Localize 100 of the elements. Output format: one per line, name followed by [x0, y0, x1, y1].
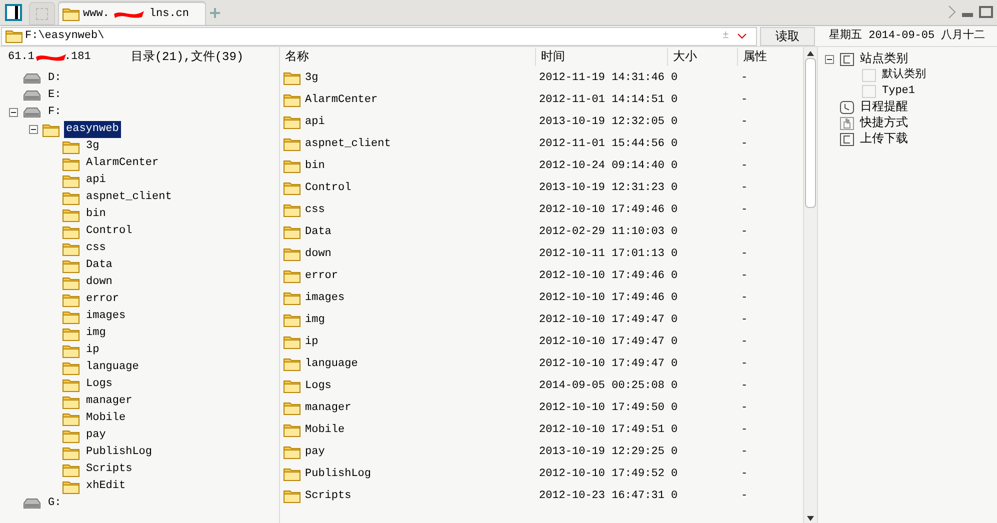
tree-item[interactable]: manager — [84, 393, 134, 410]
folder-icon — [62, 7, 80, 21]
folder-icon — [283, 93, 301, 107]
tab-title-start: www. — [83, 6, 110, 22]
table-cell-text: 0 — [671, 312, 678, 328]
table-cell[interactable]: api — [305, 114, 325, 130]
folder-icon — [62, 360, 80, 374]
tree-item[interactable]: Scripts — [84, 461, 134, 478]
tree-item[interactable]: Mobile — [84, 410, 128, 427]
folder-icon — [62, 462, 80, 476]
tree-item[interactable]: bin — [84, 206, 108, 223]
table-cell-text: - — [741, 488, 748, 504]
tree-item[interactable]: xhEdit — [84, 478, 128, 495]
tree-item[interactable]: css — [84, 240, 108, 257]
tree-item[interactable]: E: — [46, 87, 64, 104]
table-cell-text: - — [741, 444, 748, 460]
tree-item[interactable]: img — [84, 325, 108, 342]
tree-item[interactable]: down — [84, 274, 114, 291]
maximize-icon[interactable] — [979, 6, 993, 18]
read-button[interactable]: 读取 — [760, 26, 815, 46]
tree-item[interactable]: PublishLog — [84, 444, 154, 461]
table-cell[interactable]: css — [305, 202, 325, 218]
table-cell[interactable]: PublishLog — [305, 466, 372, 482]
table-cell[interactable]: error — [305, 268, 338, 284]
folder-icon — [62, 412, 80, 426]
collapse-icon[interactable] — [28, 125, 38, 134]
tree-item[interactable]: error — [84, 291, 122, 308]
column-header[interactable]: 大小 — [668, 48, 738, 66]
table-cell-text: 2012-10-10 17:49:46 — [539, 290, 664, 306]
table-cell[interactable]: manager — [305, 400, 352, 416]
tree-item[interactable]: Logs — [84, 376, 114, 393]
address-field[interactable]: F:\easynweb\ ± — [1, 26, 757, 46]
folder-icon — [283, 115, 301, 129]
table-cell-text: 2012-10-24 09:14:40 — [539, 158, 664, 174]
table-cell[interactable]: ip — [305, 334, 318, 350]
tab[interactable]: www. lns.cn — [58, 1, 206, 25]
tree-item[interactable]: 3g — [84, 138, 102, 155]
tree-item[interactable]: G: — [46, 495, 64, 512]
folder-icon — [283, 269, 301, 283]
side-tree-item[interactable]: 快捷方式 — [860, 114, 908, 132]
tree-item[interactable]: aspnet_client — [84, 189, 174, 206]
folder-icon — [62, 428, 80, 442]
table-cell[interactable]: Mobile — [305, 422, 345, 438]
side-tree-item[interactable]: 日程提醒 — [860, 98, 908, 116]
side-tree-item[interactable]: 默认类别 — [882, 66, 926, 84]
table-cell[interactable]: Data — [305, 224, 332, 240]
table-cell[interactable]: Logs — [305, 378, 332, 394]
tree-item[interactable]: pay — [84, 427, 108, 444]
folder-icon — [283, 445, 301, 459]
column-header[interactable]: 名称 — [280, 48, 536, 66]
tree-item[interactable]: Control — [84, 223, 134, 240]
tree-item[interactable]: D: — [46, 70, 64, 87]
table-cell[interactable]: Control — [305, 180, 352, 196]
drive-icon — [22, 106, 42, 118]
folder-icon — [62, 310, 80, 324]
column-header[interactable]: 时间 — [536, 48, 668, 66]
scrollbar-thumb[interactable] — [805, 58, 816, 208]
scroll-up-icon[interactable] — [807, 51, 814, 56]
tree-item[interactable]: ip — [84, 342, 102, 359]
side-tree-item[interactable]: 站点类别 — [860, 50, 908, 68]
folder-icon — [283, 489, 301, 503]
table-cell[interactable]: images — [305, 290, 345, 306]
table-cell[interactable]: img — [305, 312, 325, 328]
table-cell[interactable]: AlarmCenter — [305, 92, 378, 108]
folder-icon — [62, 326, 80, 340]
scroll-down-icon[interactable] — [807, 516, 814, 521]
column-header[interactable]: 属性 — [738, 48, 798, 66]
table-cell-text: 2012-10-11 17:01:13 — [539, 246, 664, 262]
tree-item[interactable]: images — [84, 308, 128, 325]
table-cell[interactable]: aspnet_client — [305, 136, 391, 152]
table-cell[interactable]: pay — [305, 444, 325, 460]
table-cell[interactable]: language — [305, 356, 358, 372]
table-cell-text: - — [741, 466, 748, 482]
table-cell[interactable]: Scripts — [305, 488, 352, 504]
scrollbar[interactable] — [803, 47, 817, 523]
collapse-icon[interactable] — [824, 54, 834, 64]
tree-item[interactable]: easynweb — [64, 121, 121, 138]
panel-toggle-button[interactable] — [5, 4, 22, 21]
table-cell[interactable]: down — [305, 246, 332, 262]
side-tree-item[interactable]: Type1 — [882, 82, 916, 100]
folder-icon — [283, 137, 301, 151]
hand-icon — [840, 116, 854, 130]
folder-icon — [5, 29, 23, 43]
collapse-icon[interactable] — [8, 108, 18, 117]
table-cell-text: 0 — [671, 466, 678, 482]
tree-item[interactable]: F: — [46, 104, 64, 121]
tree-item[interactable]: Data — [84, 257, 114, 274]
table-cell-text: - — [741, 378, 748, 394]
table-cell-text: 2012-10-23 16:47:31 — [539, 488, 664, 504]
tree-item[interactable]: api — [84, 172, 108, 189]
table-cell[interactable]: 3g — [305, 70, 318, 86]
table-cell[interactable]: bin — [305, 158, 325, 174]
table-cell-text: 2012-10-10 17:49:50 — [539, 400, 664, 416]
table-cell-text: 2012-02-29 11:10:03 — [539, 224, 664, 240]
folder-icon — [283, 181, 301, 195]
dropdown-icon[interactable] — [737, 33, 747, 39]
side-tree-item[interactable]: 上传下载 — [860, 130, 908, 148]
tree-item[interactable]: language — [84, 359, 141, 376]
folder-icon — [283, 423, 301, 437]
tree-item[interactable]: AlarmCenter — [84, 155, 161, 172]
